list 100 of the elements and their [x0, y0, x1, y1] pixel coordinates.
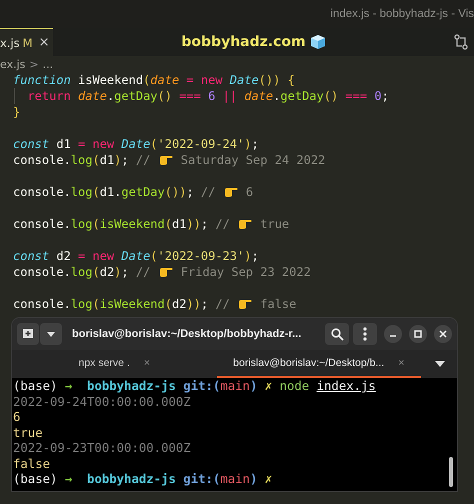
code-token: = new [78, 248, 116, 264]
add-icon [22, 328, 34, 340]
code-token: // [200, 184, 216, 200]
code-token: ) [114, 152, 122, 168]
code-token: log [70, 216, 92, 232]
dropdown-button[interactable] [40, 323, 62, 345]
code-token: Date [121, 136, 150, 152]
terminal-text: false [13, 456, 50, 470]
terminal-text: true [13, 426, 43, 440]
code-token: ; [251, 248, 259, 264]
code-token: ( [92, 184, 100, 200]
editor-tab[interactable]: x.js M × [0, 28, 53, 56]
pointing-hand-icon [224, 186, 238, 198]
code-token: // [215, 216, 231, 232]
code-token: d2 [172, 296, 186, 312]
terminal-text: bobbyhadz-js [86, 379, 177, 393]
code-token: ( [150, 248, 158, 264]
pointing-hand-icon [158, 266, 173, 278]
code-token: Friday Sep 23 2022 [180, 264, 311, 280]
code-token: return [26, 88, 72, 104]
code-token: isWeekend [77, 72, 144, 88]
code-token: isWeekend [100, 296, 165, 312]
search-button[interactable] [325, 323, 349, 345]
code-token: ) [114, 264, 122, 280]
terminal-tab[interactable]: npx serve . × [12, 350, 216, 378]
code-token: ( [143, 72, 150, 88]
code-token: console. [13, 184, 71, 200]
code-token: ()) { [258, 72, 295, 88]
code-token: console. [13, 264, 71, 280]
terminal-text: → [64, 379, 74, 393]
code-token: console. [13, 296, 71, 312]
close-icon[interactable]: × [144, 357, 150, 369]
terminal-text: main [220, 472, 250, 486]
minimize-button[interactable] [384, 325, 402, 343]
code-token: ( [92, 216, 100, 232]
window-title: index.js - bobbyhadz-js - Vis [330, 8, 474, 20]
code-token: '2022-09-24' [158, 136, 244, 152]
terminal-text: bobbyhadz-js [86, 472, 177, 486]
terminal-text: index.js [316, 379, 376, 393]
terminal-text: → [64, 472, 74, 486]
pointing-hand-icon [158, 154, 173, 166]
code-token: 6 [208, 88, 216, 104]
breadcrumb-item[interactable]: ... [42, 58, 54, 70]
code-token: . [106, 88, 114, 104]
code-token: } [13, 104, 20, 120]
code-token: || [222, 88, 238, 104]
code-token: ) [244, 248, 252, 264]
caret-icon[interactable] [435, 361, 445, 367]
code-token: isWeekend [100, 216, 165, 232]
code-token: ; [200, 216, 210, 232]
code-token: true [259, 216, 290, 232]
code-token: () [158, 88, 172, 104]
code-token: Saturday Sep 24 2022 [180, 152, 326, 168]
close-button[interactable] [434, 325, 452, 343]
terminal-text: git:( [183, 379, 220, 393]
terminal-title: borislav@borislav:~/Desktop/bobbyhadz-r... [72, 328, 302, 340]
maximize-icon [414, 330, 422, 338]
breadcrumb-separator: > [29, 58, 39, 70]
code-token: Date [121, 248, 150, 264]
code-token: const [13, 136, 50, 152]
code-token: ( [92, 296, 100, 312]
terminal-text: ✗ [264, 379, 274, 393]
pointing-hand-icon [238, 218, 252, 230]
terminal-text: (base) [13, 379, 58, 393]
code-token: Date [230, 72, 259, 88]
modified-indicator: M [22, 36, 33, 50]
banner-text: bobbyhadz.com [181, 34, 306, 50]
code-token: ; [121, 264, 130, 280]
code-token: ( [92, 264, 100, 280]
breadcrumb-file[interactable]: ex.js [0, 58, 26, 70]
maximize-button[interactable] [409, 325, 427, 343]
search-icon [330, 328, 344, 340]
menu-button[interactable] [353, 323, 377, 345]
close-icon[interactable]: × [38, 35, 50, 50]
code-token: )) [186, 296, 201, 312]
terminal-text: 2022-09-24T00:00:00.000Z [13, 394, 191, 408]
code-token: ( [164, 296, 172, 312]
code-token: 0 [374, 88, 382, 104]
code-token: getDay [280, 88, 324, 104]
code-token: console. [13, 216, 71, 232]
code-token: date [78, 88, 107, 104]
code-token: === [344, 88, 368, 104]
code-token: console. [13, 152, 71, 168]
terminal-text: 2022-09-23T00:00:00.000Z [13, 441, 191, 455]
code-token: = new [185, 72, 224, 88]
pointing-hand-icon [238, 298, 252, 310]
terminal-text: (base) [13, 472, 58, 486]
code-token: const [13, 248, 50, 264]
code-token: = new [78, 136, 116, 152]
compare-icon[interactable] [454, 34, 468, 50]
code-token: false [259, 296, 296, 312]
scrollbar[interactable] [449, 456, 453, 486]
code-token: log [70, 296, 92, 312]
terminal-text: ) [250, 379, 258, 393]
terminal-text: node [280, 379, 310, 393]
code-token: ; [186, 184, 195, 200]
code-token: getDay [114, 88, 158, 104]
new-tab-button[interactable] [17, 323, 39, 345]
code-token: log [70, 184, 92, 200]
close-icon[interactable]: × [398, 357, 404, 369]
